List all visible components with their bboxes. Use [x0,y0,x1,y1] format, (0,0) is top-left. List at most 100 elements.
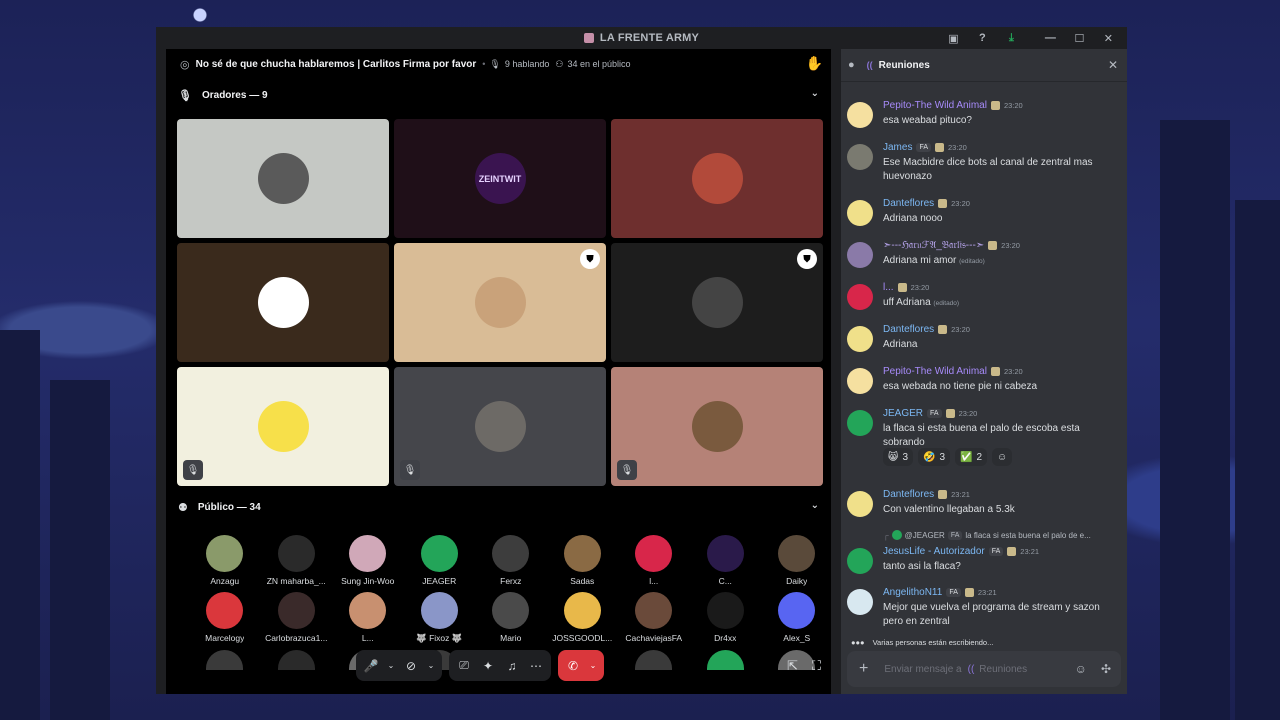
avatar[interactable] [847,589,873,615]
message-author[interactable]: Danteflores [883,198,934,209]
audience-section-header[interactable]: ⚉ Público — 34 ⌄ [166,494,831,520]
speaker-tile[interactable] [177,243,389,362]
audience-member[interactable]: ZN maharba_... [261,535,333,586]
audience-member[interactable]: CachaviejasFA [618,592,690,644]
audience-member[interactable]: Anzagu [189,535,261,586]
audience-member-name: ZN maharba_... [266,576,326,586]
avatar[interactable] [847,491,873,517]
message-header: Danteflores 23:21 [883,489,970,500]
popout-icon[interactable]: ⇱ [787,658,798,674]
reaction-button[interactable]: 😸 3 [883,448,913,466]
more-options-button[interactable]: ⋯ [527,659,545,673]
avatar[interactable] [847,242,873,268]
message-author[interactable]: JesusLife - Autorizador [883,546,985,557]
reaction-emoji: 😸 [888,451,899,463]
avatar[interactable] [847,326,873,352]
fullscreen-icon[interactable]: ⛶ [812,658,821,674]
download-icon[interactable]: ⤓ [997,32,1026,45]
audience-member-name: Sung Jin-Woo [341,576,395,586]
avatar[interactable] [847,284,873,310]
avatar[interactable] [847,410,873,436]
audience-member[interactable]: Daiky [761,535,833,586]
message-author[interactable]: James [883,142,912,153]
soundboard-button[interactable]: ♫ [503,659,521,673]
speakers-section-header[interactable]: 🎙 Oradores — 9 ⌄ [166,82,831,108]
avatar [706,592,744,629]
message-timestamp: 23:20 [951,325,970,334]
speaker-tile[interactable]: 🎙 [394,367,606,486]
help-icon[interactable]: ? [968,32,997,44]
speaker-tile[interactable] [177,119,389,238]
audience-member[interactable]: 🐺 Fixoz 🐺 [404,592,476,644]
audience-member[interactable]: Dr4xx [690,592,762,644]
audience-member[interactable]: Marcelogy [189,592,261,644]
reaction-count: 3 [939,451,946,463]
audience-member[interactable]: JOSSGOODL... [547,592,619,644]
audience-member[interactable]: L... [332,592,404,644]
screen-share-button[interactable]: ⎚ [455,658,473,673]
avatar [635,592,673,629]
audience-member[interactable] [261,650,333,670]
reaction-button[interactable]: ✅ 2 [955,448,988,466]
chat-header: ● (( Reuniones ✕ [841,49,1127,82]
avatar[interactable] [847,368,873,394]
speaker-tile[interactable] [611,119,823,238]
audience-member[interactable]: C... [690,535,762,586]
speaker-tile[interactable]: 🎙 [177,367,389,486]
speaker-tile[interactable]: 🎙 [611,367,823,486]
message-author[interactable]: Danteflores [883,489,934,500]
audience-member[interactable]: Sadas [547,535,619,586]
reply-preview[interactable]: ┌ @JEAGER FA la flaca si esta buena el palo… [883,530,1091,540]
activity-button[interactable]: ✦ [479,659,497,673]
stage-panel: ◎ No sé de que chucha hablaremos | Carli… [166,49,831,694]
microphone-button[interactable]: 🎤 [362,659,380,673]
avatar [420,592,458,629]
message-author[interactable]: Danteflores [883,324,934,335]
message-author[interactable]: Pepito-The Wild Animal [883,366,987,377]
chevron-down-icon[interactable]: ⌄ [811,500,819,511]
message-author[interactable]: Pepito-The Wild Animal [883,100,987,111]
inbox-icon[interactable]: ▣ [939,32,968,45]
maximize-button[interactable]: ☐ [1065,32,1094,45]
emoji-picker-icon[interactable]: ☺ [1075,662,1087,676]
chevron-down-icon[interactable]: ⌄ [426,661,436,670]
avatar [277,592,315,629]
raise-hand-icon[interactable]: ✋ [806,55,823,72]
audience-member[interactable]: Ferxz [475,535,547,586]
message-composer[interactable]: + Enviar mensaje a (( Reuniones ☺ ✣ [847,651,1121,687]
close-window-button[interactable]: ✕ [1094,32,1123,45]
chevron-down-icon[interactable]: ⌄ [588,661,598,670]
reaction-button[interactable]: ☺ [992,448,1013,466]
reaction-button[interactable]: 🤣 3 [918,448,951,466]
message-author[interactable]: JEAGER [883,408,923,419]
audience-member[interactable]: l... [618,535,690,586]
audience-member[interactable]: Carlobrazuca1... [261,592,333,644]
minimize-button[interactable]: — [1036,32,1065,44]
speaker-tile[interactable]: ⛊ [394,243,606,362]
audience-member[interactable] [189,650,261,670]
close-chat-button[interactable]: ✕ [1108,58,1118,72]
audience-member[interactable] [618,650,690,670]
avatar[interactable] [847,102,873,128]
message-author[interactable]: ➣‐‐‐ℌ𝔞𝔯𝔲ℱ𝔄_𝔅𝔞𝔯𝔩𝔦𝔰‐‐‐➣ [883,240,984,251]
message-author[interactable]: l... [883,282,894,293]
avatar[interactable] [847,144,873,170]
audience-member[interactable]: JEAGER [404,535,476,586]
speaker-tile[interactable]: ⛊ [611,243,823,362]
apps-icon[interactable]: ✣ [1101,662,1111,676]
guild-tag: FA [946,588,961,597]
speaker-tile[interactable]: ZEINTWIT [394,119,606,238]
message-author[interactable]: AngelithoN11 [883,587,942,598]
typing-dots-icon: ●●● [851,638,865,647]
chevron-down-icon[interactable]: ⌄ [811,88,819,99]
camera-off-button[interactable]: ⊘ [402,659,420,673]
disconnect-button[interactable]: ✆ [564,659,582,673]
audience-member[interactable]: Sung Jin-Woo [332,535,404,586]
chevron-down-icon[interactable]: ⌄ [386,661,396,670]
audience-member[interactable] [690,650,762,670]
audience-member[interactable]: Mario [475,592,547,644]
avatar[interactable] [847,200,873,226]
avatar[interactable] [847,548,873,574]
add-attachment-button[interactable]: + [859,660,868,678]
audience-member[interactable]: Alex_S [761,592,833,644]
